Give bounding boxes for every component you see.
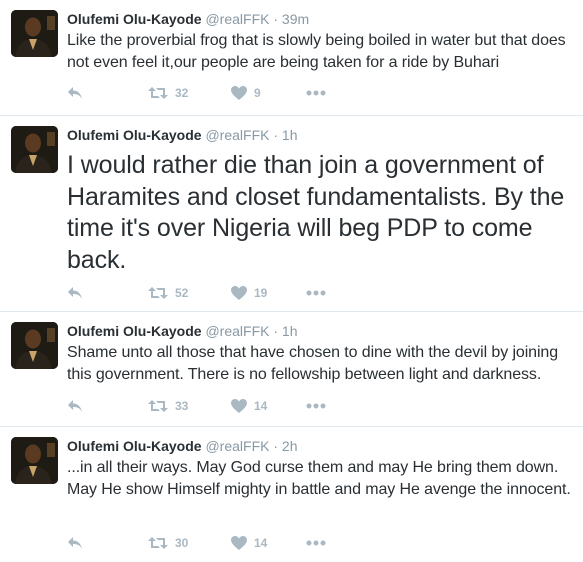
avatar[interactable]	[11, 126, 58, 173]
avatar[interactable]	[11, 437, 58, 484]
reply-icon	[68, 87, 82, 99]
more-dots-icon	[306, 290, 326, 296]
more-dots-icon	[306, 90, 326, 96]
tweet-actions: 30 14	[67, 533, 367, 553]
username[interactable]: @realFFK	[205, 127, 269, 143]
heart-icon	[231, 399, 247, 413]
reply-icon	[68, 537, 82, 549]
more-button[interactable]	[306, 396, 326, 416]
tweet[interactable]: Olufemi Olu-Kayode @realFFK · 2h ...in a…	[0, 427, 583, 562]
tweet-header: Olufemi Olu-Kayode @realFFK · 1h	[67, 126, 575, 144]
timestamp[interactable]: 2h	[282, 438, 298, 454]
profile-photo-icon	[11, 437, 58, 484]
retweet-count: 32	[175, 86, 189, 100]
heart-icon	[231, 536, 247, 550]
fullname[interactable]: Olufemi Olu-Kayode	[67, 323, 202, 339]
retweet-count: 30	[175, 536, 189, 550]
retweet-count: 52	[175, 286, 189, 300]
like-button[interactable]: 9	[231, 83, 261, 103]
more-button[interactable]	[306, 283, 326, 303]
reply-button[interactable]	[67, 83, 83, 103]
more-dots-icon	[306, 540, 326, 546]
fullname[interactable]: Olufemi Olu-Kayode	[67, 438, 202, 454]
retweet-icon	[148, 400, 168, 412]
retweet-button[interactable]: 32	[148, 83, 188, 103]
retweet-button[interactable]: 33	[148, 396, 188, 416]
heart-icon	[231, 286, 247, 300]
tweet[interactable]: Olufemi Olu-Kayode @realFFK · 1h I would…	[0, 116, 583, 312]
tweet-actions: 52 19	[67, 283, 367, 303]
like-count: 14	[254, 399, 268, 413]
tweet-header: Olufemi Olu-Kayode @realFFK · 39m	[67, 10, 575, 28]
profile-photo-icon	[11, 126, 58, 173]
avatar[interactable]	[11, 10, 58, 57]
fullname[interactable]: Olufemi Olu-Kayode	[67, 11, 202, 27]
timestamp[interactable]: 1h	[282, 127, 298, 143]
like-button[interactable]: 14	[231, 396, 267, 416]
retweet-button[interactable]: 52	[148, 283, 188, 303]
avatar[interactable]	[11, 322, 58, 369]
retweet-icon	[148, 537, 168, 549]
tweet-text: Shame unto all those that have chosen to…	[67, 344, 559, 383]
retweet-icon	[148, 87, 168, 99]
tweet[interactable]: Olufemi Olu-Kayode @realFFK · 39m Like t…	[0, 0, 583, 116]
tweet-header: Olufemi Olu-Kayode @realFFK · 2h	[67, 437, 575, 455]
retweet-count: 33	[175, 399, 189, 413]
username[interactable]: @realFFK	[205, 11, 269, 27]
tweet[interactable]: Olufemi Olu-Kayode @realFFK · 1h Shame u…	[0, 312, 583, 427]
reply-button[interactable]	[67, 283, 83, 303]
timestamp[interactable]: 1h	[282, 323, 298, 339]
reply-icon	[68, 400, 82, 412]
timestamp[interactable]: 39m	[282, 11, 309, 27]
tweet-text: I would rather die than join a governmen…	[67, 151, 565, 274]
like-button[interactable]: 19	[231, 283, 267, 303]
username[interactable]: @realFFK	[205, 323, 269, 339]
fullname[interactable]: Olufemi Olu-Kayode	[67, 127, 202, 143]
profile-photo-icon	[11, 322, 58, 369]
tweet-text: ...in all their ways. May God curse them…	[67, 459, 571, 498]
like-count: 14	[254, 536, 268, 550]
separator: ·	[273, 323, 279, 339]
more-button[interactable]	[306, 83, 326, 103]
tweet-actions: 32 9	[67, 83, 367, 103]
retweet-icon	[148, 287, 168, 299]
tweet-header: Olufemi Olu-Kayode @realFFK · 1h	[67, 322, 575, 340]
separator: ·	[273, 11, 279, 27]
like-count: 9	[254, 86, 261, 100]
username[interactable]: @realFFK	[205, 438, 269, 454]
heart-icon	[231, 86, 247, 100]
reply-icon	[68, 287, 82, 299]
tweet-actions: 33 14	[67, 396, 367, 416]
timeline: Olufemi Olu-Kayode @realFFK · 39m Like t…	[0, 0, 583, 562]
tweet-text: Like the proverbial frog that is slowly …	[67, 32, 566, 71]
reply-button[interactable]	[67, 533, 83, 553]
retweet-button[interactable]: 30	[148, 533, 188, 553]
reply-button[interactable]	[67, 396, 83, 416]
like-count: 19	[254, 286, 268, 300]
more-dots-icon	[306, 403, 326, 409]
more-button[interactable]	[306, 533, 326, 553]
profile-photo-icon	[11, 10, 58, 57]
separator: ·	[273, 438, 279, 454]
separator: ·	[273, 127, 279, 143]
like-button[interactable]: 14	[231, 533, 267, 553]
